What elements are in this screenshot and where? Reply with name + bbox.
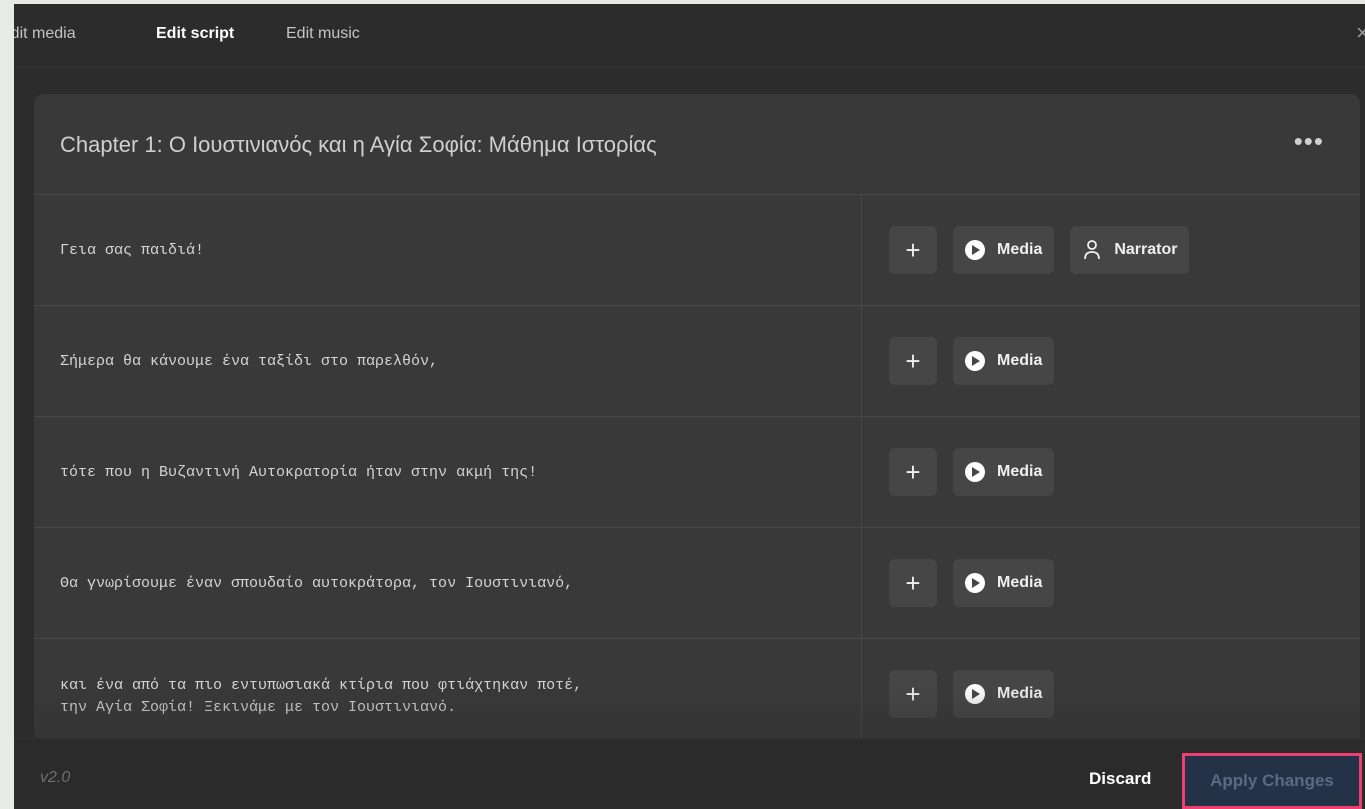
chapter-header: Chapter 1: Ο Ιουστινιανός και η Αγία Σοφ…	[34, 94, 1360, 195]
media-button[interactable]: Media	[953, 670, 1055, 718]
script-line-text[interactable]: και ένα από τα πιο εντυπωσιακά κτίρια πο…	[60, 675, 840, 719]
add-button[interactable]: +	[889, 448, 937, 496]
script-row: Σήμερα θα κάνουμε ένα ταξίδι στο παρελθό…	[34, 306, 1360, 417]
script-row: τότε που η Βυζαντινή Αυτοκρατορία ήταν σ…	[34, 417, 1360, 528]
script-line-text[interactable]: Θα γνωρίσουμε έναν σπουδαίο αυτοκράτορα,…	[60, 573, 840, 595]
row-actions: + Media Narrator	[889, 226, 1190, 274]
script-row: Θα γνωρίσουμε έναν σπουδαίο αυτοκράτορα,…	[34, 528, 1360, 639]
add-button[interactable]: +	[889, 337, 937, 385]
media-button[interactable]: Media	[953, 559, 1055, 607]
script-row: Γεια σας παιδιά! + Media Narrator	[34, 195, 1360, 306]
apply-changes-button[interactable]: Apply Changes	[1182, 753, 1362, 809]
edit-modal: Edit media Edit script Edit music × Chap…	[14, 4, 1365, 809]
ellipsis-icon[interactable]: •••	[1294, 128, 1324, 154]
row-actions: + Media	[889, 559, 1055, 607]
chapter-title[interactable]: Chapter 1: Ο Ιουστινιανός και η Αγία Σοφ…	[60, 132, 657, 158]
tab-bar: Edit media Edit script Edit music ×	[14, 4, 1365, 67]
footer: v2.0 Discard Apply Changes	[14, 738, 1365, 809]
person-icon	[1084, 240, 1101, 260]
add-button[interactable]: +	[889, 226, 937, 274]
script-row: και ένα από τα πιο εντυπωσιακά κτίρια πο…	[34, 639, 1360, 750]
add-button[interactable]: +	[889, 670, 937, 718]
row-actions: + Media	[889, 670, 1055, 718]
row-actions: + Media	[889, 337, 1055, 385]
discard-button[interactable]: Discard	[1089, 769, 1151, 789]
media-label: Media	[997, 574, 1043, 591]
media-button[interactable]: Media	[953, 226, 1055, 274]
media-button[interactable]: Media	[953, 337, 1055, 385]
media-label: Media	[997, 241, 1043, 258]
script-line-text[interactable]: Σήμερα θα κάνουμε ένα ταξίδι στο παρελθό…	[60, 351, 840, 373]
script-line-text[interactable]: τότε που η Βυζαντινή Αυτοκρατορία ήταν σ…	[60, 462, 840, 484]
tab-edit-script[interactable]: Edit script	[156, 25, 234, 43]
divider	[861, 528, 862, 638]
row-actions: + Media	[889, 448, 1055, 496]
media-button[interactable]: Media	[953, 448, 1055, 496]
play-icon	[965, 462, 985, 482]
media-label: Media	[997, 685, 1043, 702]
media-label: Media	[997, 463, 1043, 480]
narrator-label: Narrator	[1114, 241, 1178, 258]
add-button[interactable]: +	[889, 559, 937, 607]
divider	[861, 417, 862, 527]
chapter-card: Chapter 1: Ο Ιουστινιανός και η Αγία Σοφ…	[34, 94, 1360, 794]
narrator-button[interactable]: Narrator	[1070, 226, 1190, 274]
close-icon[interactable]: ×	[1356, 22, 1365, 44]
script-line-text[interactable]: Γεια σας παιδιά!	[60, 240, 840, 262]
divider	[861, 306, 862, 416]
media-label: Media	[997, 352, 1043, 369]
divider	[861, 195, 862, 305]
play-icon	[965, 684, 985, 704]
play-icon	[965, 573, 985, 593]
divider	[861, 639, 862, 749]
play-icon	[965, 351, 985, 371]
script-rows: Γεια σας παιδιά! + Media Narrator Σήμερα…	[34, 195, 1360, 750]
version-label: v2.0	[40, 769, 71, 786]
tab-edit-music[interactable]: Edit music	[286, 25, 360, 43]
play-icon	[965, 240, 985, 260]
tab-edit-media[interactable]: Edit media	[14, 25, 76, 43]
